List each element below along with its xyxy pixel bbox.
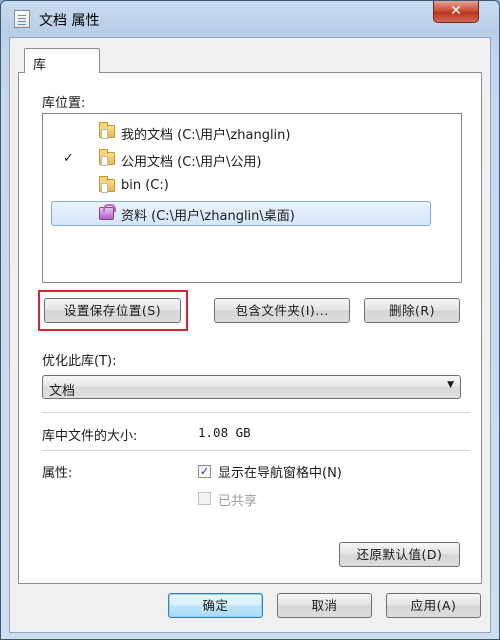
location-text: 公用文档 (C:\用户\公用) [121,155,262,170]
include-folder-button[interactable]: 包含文件夹(I)... [214,298,350,323]
list-item-selected[interactable]: 资料 (C:\用户\zhanglin\桌面) [43,200,461,227]
properties-window: 文档 属性 ✕ 库 库位置: 我的文档 (C:\用户\zhanglin) ✓ 公… [0,0,500,640]
chevron-down-icon: ▼ [447,380,454,390]
apply-button[interactable]: 应用(A) [386,593,481,618]
separator [42,450,470,451]
folder-icon [99,122,115,139]
optimize-select[interactable]: 文档 ▼ [42,375,461,399]
set-save-location-button[interactable]: 设置保存位置(S) [44,298,181,323]
library-size-label: 库中文件的大小: [42,429,138,444]
shared-checkbox [198,492,211,505]
library-locations-label: 库位置: [42,96,86,111]
folder-icon [99,176,115,193]
ok-button[interactable]: 确定 [168,593,263,618]
library-icon [97,204,116,220]
location-text: bin (C:) [121,178,169,193]
show-in-nav-checkbox[interactable]: ✓ [198,465,211,478]
shared-label: 已共享 [218,494,258,509]
location-text: 我的文档 (C:\用户\zhanglin) [121,128,291,143]
optimize-select-value: 文档 [49,384,76,399]
separator [42,412,470,413]
list-item[interactable]: ✓ 公用文档 (C:\用户\公用) [43,146,461,173]
remove-button[interactable]: 删除(R) [364,298,460,323]
library-locations-list[interactable]: 我的文档 (C:\用户\zhanglin) ✓ 公用文档 (C:\用户\公用) … [42,113,462,283]
optimize-label: 优化此库(T): [42,354,117,369]
restore-defaults-button[interactable]: 还原默认值(D) [339,542,460,567]
title-bar[interactable]: 文档 属性 ✕ [1,1,499,37]
library-size-value: 1.08 GB [198,425,251,440]
checkmark-icon: ✓ [63,151,74,166]
location-text: 资料 (C:\用户\zhanglin\桌面) [121,209,295,224]
attributes-label: 属性: [42,466,73,481]
cancel-button[interactable]: 取消 [277,593,372,618]
tab-library[interactable]: 库 [24,48,100,73]
show-in-nav-label[interactable]: 显示在导航窗格中(N) [218,462,342,481]
close-button[interactable]: ✕ [433,1,479,23]
window-title: 文档 属性 [39,13,100,29]
list-item[interactable]: 我的文档 (C:\用户\zhanglin) [43,119,461,146]
document-icon [14,10,30,28]
folder-icon [99,149,115,166]
list-item[interactable]: bin (C:) [43,173,461,200]
